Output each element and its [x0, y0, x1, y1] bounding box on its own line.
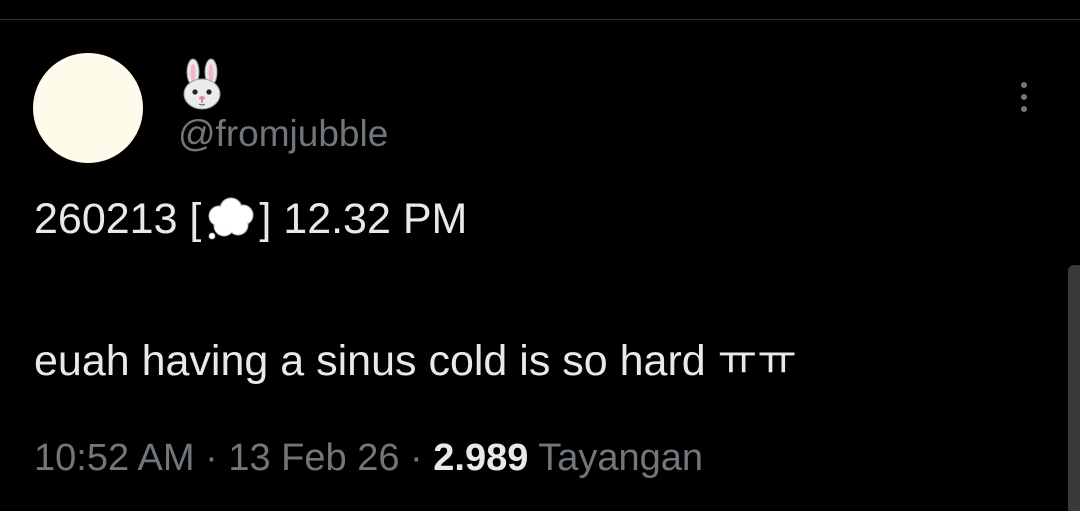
tweet-text-line-2: euah having a sinus cold is so hard ㅠㅠ	[34, 337, 797, 385]
tweet-date-prefix: 260213 [	[34, 195, 202, 243]
avatar[interactable]	[33, 53, 143, 163]
views-label[interactable]: Tayangan	[528, 437, 703, 479]
thought-balloon-icon	[201, 194, 259, 244]
meta-separator: ·	[399, 437, 434, 479]
tweet-text-line-1: 260213 [ ] 12.32 PM	[34, 194, 467, 244]
tweet-time-suffix: ] 12.32 PM	[259, 195, 468, 243]
top-divider	[0, 19, 1080, 20]
more-vertical-icon	[1021, 82, 1027, 88]
post-date-link[interactable]: 13 Feb 26	[228, 437, 399, 479]
tweet-meta: 10:52 AM · 13 Feb 26 · 2.989 Tayangan	[34, 435, 703, 481]
rabbit-face-icon[interactable]	[178, 58, 226, 110]
views-count[interactable]: 2.989	[433, 437, 528, 479]
meta-separator: ·	[194, 437, 229, 479]
more-options-button[interactable]	[1008, 77, 1040, 117]
scrollbar[interactable]	[1068, 265, 1080, 511]
post-time-link[interactable]: 10:52 AM	[34, 437, 195, 479]
user-handle[interactable]: @fromjubble	[178, 112, 388, 156]
